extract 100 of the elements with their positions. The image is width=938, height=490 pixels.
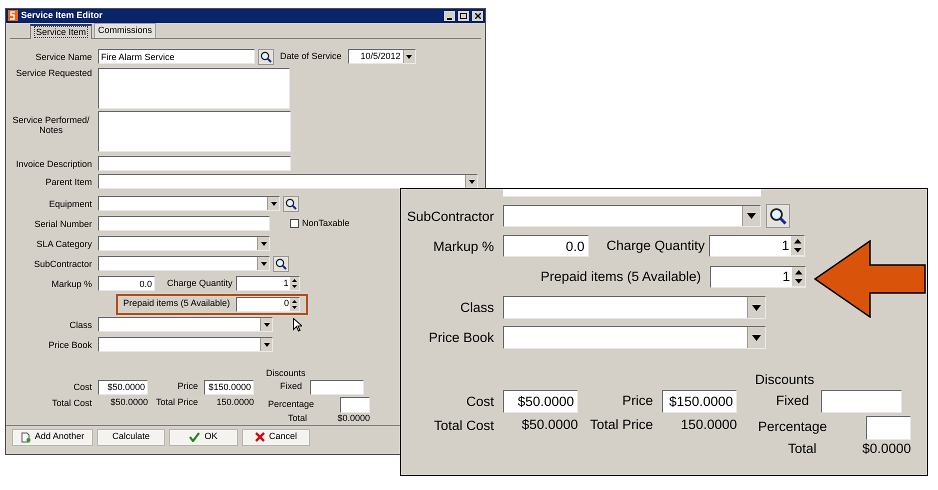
input-field[interactable]: [821, 390, 902, 412]
window-title: Service Item Editor: [21, 9, 104, 22]
spin-field[interactable]: 0: [236, 296, 300, 312]
field-label: Equipment: [48, 198, 93, 208]
input-field[interactable]: [98, 68, 290, 108]
input-field[interactable]: [98, 110, 291, 152]
app-logo-icon: [8, 10, 18, 22]
search-icon: [768, 207, 786, 225]
field-label: Total Cost: [50, 398, 93, 408]
input-field[interactable]: $150.0000: [662, 390, 737, 412]
dropdown-button[interactable]: [746, 297, 764, 318]
input-field[interactable]: [98, 156, 291, 171]
search-button[interactable]: [273, 256, 289, 272]
total-price-value: 150.0000: [215, 396, 254, 410]
field-label: Cost: [72, 382, 93, 392]
dropdown-button[interactable]: [746, 327, 764, 348]
field-label: Charge Quantity: [167, 276, 233, 290]
dropdown-field[interactable]: [98, 256, 270, 271]
total-cost-value: $50.0000: [109, 396, 148, 410]
caret-icon: [264, 322, 270, 326]
dropdown-button[interactable]: [260, 318, 272, 331]
dropdown-button[interactable]: [257, 237, 269, 250]
total-cost-value: $50.0000: [520, 416, 578, 434]
field-label: Service Performed/ Notes: [11, 114, 91, 136]
caret-icon: [270, 202, 276, 206]
input-field[interactable]: [340, 396, 370, 412]
dialog-button[interactable]: Calculate: [97, 428, 165, 446]
field-label: SubContractor: [32, 258, 93, 268]
caret-icon: [406, 54, 412, 58]
search-button[interactable]: [258, 48, 274, 64]
input-field[interactable]: [866, 416, 911, 440]
caret-icon: [468, 180, 474, 184]
minimize-icon: [447, 18, 452, 20]
dropdown-button[interactable]: [465, 175, 477, 188]
field-label: Markup %: [50, 278, 93, 288]
add-document-icon: [20, 432, 31, 442]
caret-icon: [260, 262, 266, 266]
dialog-button[interactable]: Cancel: [242, 428, 310, 446]
dropdown-field[interactable]: [98, 337, 273, 352]
field-label: Cost: [465, 394, 495, 409]
dropdown-button[interactable]: [402, 50, 415, 63]
dropdown-field[interactable]: [98, 317, 273, 332]
field-label: SLA Category: [35, 238, 93, 248]
input-field[interactable]: 0.0: [503, 234, 588, 258]
dropdown-field[interactable]: [98, 174, 478, 189]
field-label: Price Book: [47, 340, 93, 350]
field-label: Percentage: [758, 418, 828, 436]
caret-icon: [260, 242, 266, 246]
spinner-arrows-icon: [290, 277, 299, 290]
field-label: Service Requested: [14, 68, 93, 80]
dropdown-field[interactable]: [98, 196, 280, 211]
field-label: Price: [621, 392, 654, 410]
tab[interactable]: Service Item: [30, 24, 92, 38]
spin-field[interactable]: 1: [236, 276, 300, 291]
input-field[interactable]: $150.0000: [204, 380, 254, 394]
field-label: Class: [68, 320, 93, 330]
input-field[interactable]: [98, 216, 270, 231]
search-icon: [275, 258, 287, 270]
dropdown-button[interactable]: [257, 257, 269, 270]
dropdown-button[interactable]: [742, 206, 760, 226]
mouse-cursor-icon: [293, 318, 302, 332]
maximize-button[interactable]: [458, 10, 469, 21]
input-field[interactable]: $50.0000: [98, 380, 148, 394]
spinner-arrows-icon: [790, 236, 804, 256]
field-label: Percentage: [268, 398, 314, 411]
dropdown-button[interactable]: [260, 338, 272, 351]
field-label: Prepaid items (5 Available): [123, 297, 230, 310]
dropdown-field[interactable]: [98, 236, 270, 251]
dropdown-field[interactable]: [503, 204, 761, 228]
caret-icon: [752, 334, 760, 340]
input-field[interactable]: Fire Alarm Service: [98, 49, 255, 64]
field-label: Total Cost: [432, 418, 495, 433]
field-label: Date of Service: [280, 50, 342, 63]
dropdown-field[interactable]: [503, 326, 766, 349]
total-value: $0.0000: [862, 440, 911, 458]
dialog-button[interactable]: Add Another: [12, 428, 93, 446]
search-button[interactable]: [766, 204, 790, 228]
dropdown-field[interactable]: [503, 296, 766, 319]
close-button[interactable]: [472, 10, 483, 21]
search-icon: [285, 198, 297, 210]
dropdown-field[interactable]: 10/5/2012: [348, 49, 416, 64]
dropdown-button[interactable]: [267, 197, 279, 210]
input-field[interactable]: 0.0: [98, 276, 155, 291]
search-icon: [260, 50, 272, 62]
field-label: SubContractor: [406, 208, 495, 224]
input-field[interactable]: $50.0000: [503, 390, 578, 412]
minimize-button[interactable]: [444, 10, 455, 21]
checkmark-icon: [189, 432, 200, 442]
input-field[interactable]: [310, 380, 364, 394]
search-button[interactable]: [283, 196, 299, 212]
total-price-value: 150.0000: [680, 416, 737, 434]
spin-field[interactable]: 1: [710, 266, 806, 288]
dialog-button[interactable]: OK: [169, 428, 238, 446]
field-label: Invoice Description: [14, 158, 93, 168]
tab[interactable]: Commissions: [94, 22, 156, 38]
checkbox-label: NonTaxable: [302, 216, 350, 230]
field-label: Fixed: [278, 380, 303, 394]
field-label: Price Book: [428, 330, 495, 345]
checkbox[interactable]: [290, 219, 299, 228]
spin-field[interactable]: 1: [709, 234, 806, 258]
